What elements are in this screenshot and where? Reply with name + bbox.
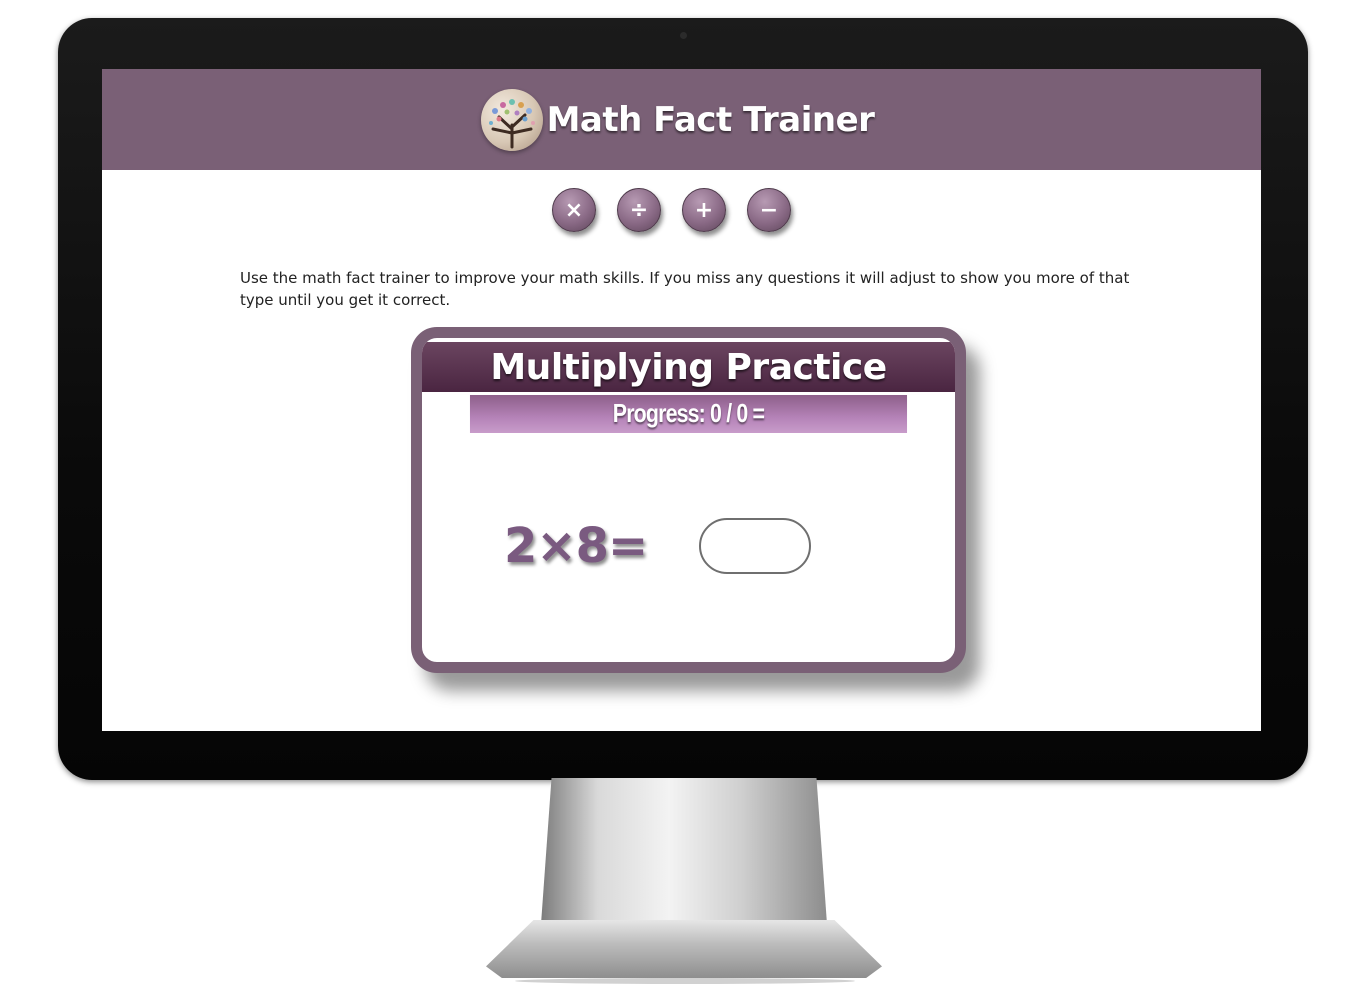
progress-label: Progress: 0 / 0 = [469, 395, 908, 433]
app-header: Math Fact Trainer [102, 69, 1261, 170]
question-row: 2×8= [504, 518, 812, 574]
tree-logo-icon [480, 88, 543, 151]
monitor-base [486, 920, 882, 978]
answer-input[interactable] [699, 518, 812, 574]
operation-buttons: × ÷ + − [102, 188, 1261, 232]
question-text: 2×8= [504, 518, 648, 574]
subtract-button[interactable]: − [747, 188, 791, 232]
practice-title: Multiplying Practice [422, 342, 955, 395]
app-title: Math Fact Trainer [546, 99, 875, 140]
practice-card: Multiplying Practice Progress: 0 / 0 = 2… [411, 327, 966, 673]
camera-dot [680, 32, 687, 39]
tree-logo-icon-graphic [488, 98, 535, 148]
base-shadow [515, 978, 855, 984]
multiply-button[interactable]: × [552, 188, 596, 232]
monitor-mockup: Math Fact Trainer × ÷ + − Use the math f… [0, 0, 1360, 987]
monitor-stand [540, 778, 828, 938]
screen: Math Fact Trainer × ÷ + − Use the math f… [102, 69, 1261, 731]
add-button[interactable]: + [682, 188, 726, 232]
intro-text: Use the math fact trainer to improve you… [240, 269, 1130, 309]
brand: Math Fact Trainer [480, 88, 875, 151]
divide-button[interactable]: ÷ [617, 188, 661, 232]
